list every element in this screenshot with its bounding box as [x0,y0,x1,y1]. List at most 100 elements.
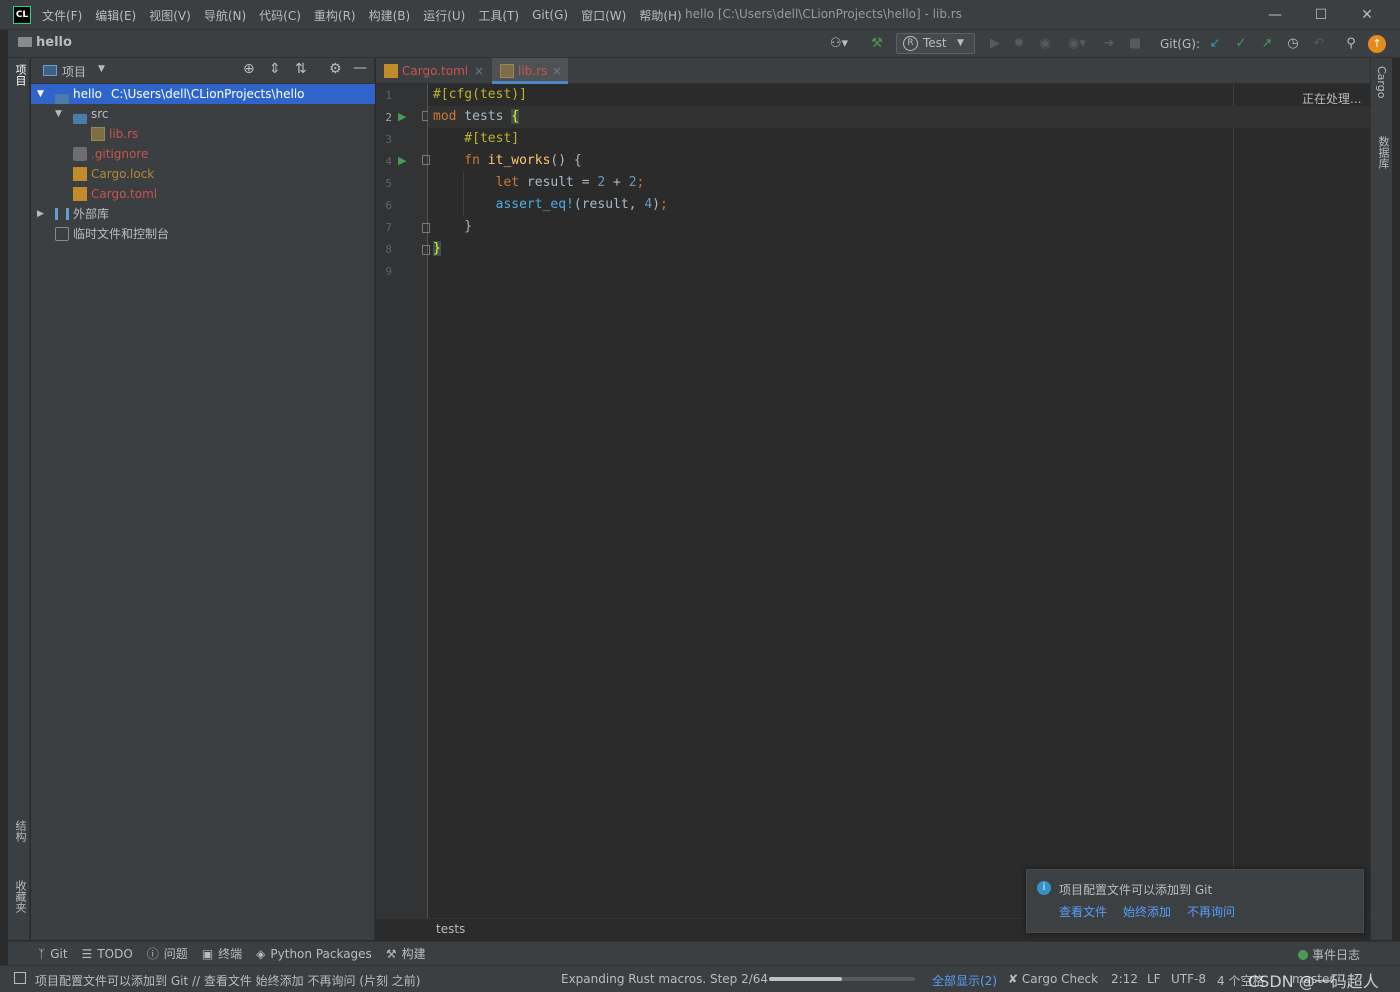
menu-refactor[interactable]: 重构(R) [314,7,356,24]
file-encoding[interactable]: UTF-8 [1171,972,1206,986]
terminal-tool-button[interactable]: ▣ 终端 [202,945,242,962]
git-tool-button[interactable]: ᛉ Git [38,947,68,961]
expand-all-icon[interactable]: ⇕ [269,61,281,77]
maximize-icon[interactable]: ☐ [1311,5,1331,25]
favorites-tool-button[interactable]: 收藏夹 [12,880,28,913]
menu-window[interactable]: 窗口(W) [581,7,626,24]
tree-item-cargo-lock[interactable]: Cargo.lock [31,164,375,184]
toggle-tool-windows-icon[interactable] [14,972,26,984]
menu-view[interactable]: 视图(V) [149,7,191,24]
menu-run[interactable]: 运行(U) [423,7,465,24]
tab-lib-rs[interactable]: lib.rs × [492,58,568,84]
search-icon[interactable]: ⚲ [1342,35,1360,53]
project-panel-title[interactable]: 项目 [62,63,86,80]
problems-tool-button[interactable]: ⓘ 问题 [147,945,188,962]
cargo-file-icon [384,64,398,78]
rust-icon: R [903,36,918,51]
code-line-8: } [433,241,441,256]
fold-icon[interactable] [422,155,430,165]
folder-icon [73,114,87,124]
line-number: 8 [385,243,392,256]
tree-item-scratches[interactable]: 临时文件和控制台 [31,224,375,244]
menu-code[interactable]: 代码(C) [259,7,301,24]
tree-item-hello[interactable]: ▼ hello C:\Users\dell\CLionProjects\hell… [31,84,375,104]
tree-item-external-libraries[interactable]: ▶ 外部库 [31,204,375,224]
run-gutter-icon[interactable]: ▶ [398,154,406,167]
event-log-tool-button[interactable]: 事件日志 [1298,946,1360,963]
tree-item-gitignore[interactable]: .gitignore [31,144,375,164]
project-tool-button[interactable]: 项目 [12,64,28,86]
menu-navigate[interactable]: 导航(N) [204,7,246,24]
gear-icon[interactable]: ⚙ [329,61,342,77]
hide-icon[interactable]: — [353,60,367,76]
profile-icon[interactable]: ◉▾ [1062,35,1092,53]
always-add-link[interactable]: 始终添加 [1123,903,1171,920]
cargo-tool-button[interactable]: Cargo [1375,66,1388,98]
run-gutter-icon[interactable]: ▶ [398,110,406,123]
python-packages-tool-button[interactable]: ◈ Python Packages [256,947,372,961]
folder-icon [18,37,32,47]
debug-icon[interactable]: ✹ [1010,35,1028,53]
locate-icon[interactable]: ⊕ [243,61,255,77]
tab-cargo-toml[interactable]: Cargo.toml × [376,58,492,84]
coverage-icon[interactable]: ◉ [1036,35,1054,53]
build-hammer-icon[interactable]: ⚒ [868,35,886,53]
chevron-right-icon: ▶ [37,209,44,219]
code-line-5: let result = 2 + 2; [433,175,645,190]
progress-fill [769,977,842,981]
git-label: Git(G): [1159,37,1201,51]
run-configuration-select[interactable]: R Test ▼ [896,33,975,54]
database-tool-button[interactable]: 数据库 [1375,136,1391,169]
history-icon[interactable]: ◷ [1284,35,1302,53]
tree-item-lib-rs[interactable]: lib.rs [31,124,375,144]
close-tab-icon[interactable]: × [474,58,484,84]
caret-line [428,106,1370,128]
minimize-icon[interactable]: — [1265,5,1285,25]
collapse-all-icon[interactable]: ⇅ [295,61,307,77]
code-line-6: assert_eq!(result, 4); [433,197,668,212]
line-number: 1 [385,89,392,102]
caret-position[interactable]: 2:12 [1111,972,1138,986]
rollback-icon[interactable]: ↶ [1310,35,1328,53]
menu-edit[interactable]: 编辑(E) [95,7,136,24]
user-icon[interactable]: ⚇▾ [826,35,852,53]
menu-git[interactable]: Git(G) [532,8,568,22]
structure-tool-button[interactable]: 结构 [12,820,28,842]
fold-icon[interactable] [422,223,430,233]
close-tab-icon[interactable]: × [552,58,562,84]
attach-icon[interactable]: ➜ [1100,35,1118,53]
menu-tools[interactable]: 工具(T) [478,7,519,24]
menu-file[interactable]: 文件(F) [42,7,82,24]
close-icon[interactable]: ✕ [1357,5,1377,25]
code-line-2: mod tests { [433,109,520,124]
git-commit-icon[interactable]: ✓ [1232,35,1250,53]
git-push-icon[interactable]: ↗ [1258,35,1276,53]
line-number: 7 [385,221,392,234]
breadcrumb[interactable]: hello [18,35,72,50]
clion-logo-icon: CL [13,6,31,24]
fold-icon[interactable] [422,245,430,255]
rust-file-icon [91,127,105,141]
editor-breadcrumb[interactable]: tests [436,922,465,936]
dont-ask-link[interactable]: 不再询问 [1187,903,1235,920]
run-icon[interactable]: ▶ [986,35,1004,53]
tree-item-cargo-toml[interactable]: Cargo.toml [31,184,375,204]
event-log-icon [1298,949,1308,960]
status-message[interactable]: 项目配置文件可以添加到 Git // 查看文件 始终添加 不再询问 (片刻 之前… [35,972,421,989]
line-number: 3 [385,133,392,146]
tree-item-src[interactable]: ▼ src [31,104,375,124]
cargo-check-widget[interactable]: ✘ Cargo Check [1008,972,1098,986]
git-update-icon[interactable]: ↙ [1206,35,1224,53]
line-number: 9 [385,265,392,278]
todo-tool-button[interactable]: ☰ TODO [82,947,133,961]
menu-help[interactable]: 帮助(H) [639,7,681,24]
line-separator[interactable]: LF [1147,972,1161,986]
branch-icon: ᛉ [38,946,46,961]
build-tool-button[interactable]: ⚒ 构建 [386,945,426,962]
menu-build[interactable]: 构建(B) [369,7,411,24]
update-icon[interactable]: ↑ [1368,35,1386,53]
stop-icon[interactable]: ■ [1126,35,1144,53]
show-all-tasks-link[interactable]: 全部显示(2) [932,972,997,989]
chevron-down-icon[interactable]: ▼ [98,64,105,74]
view-files-link[interactable]: 查看文件 [1059,903,1107,920]
